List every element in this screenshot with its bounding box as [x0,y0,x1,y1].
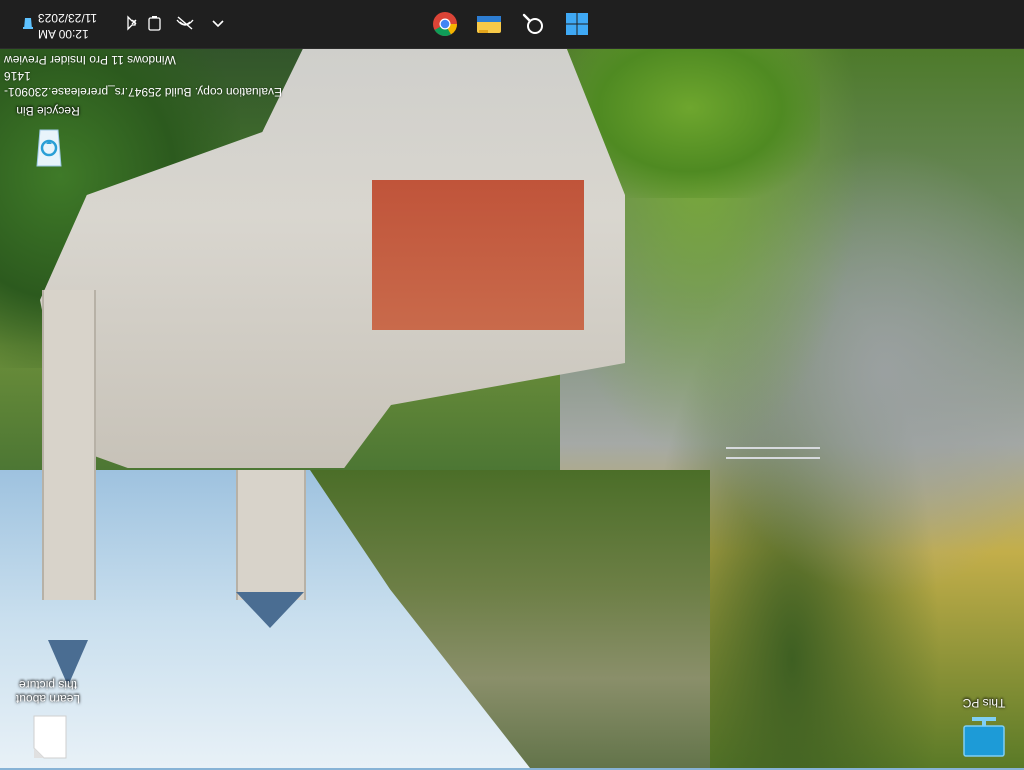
chevron-up-icon[interactable] [207,12,229,34]
recycle-bin-label: Recycle Bin [16,104,80,118]
watermark-line-2: Evaluation copy. Build 25947.rs_prerelea… [4,69,282,99]
taskbar: 12:00 AM 11/23/2023 [0,0,1024,49]
wallpaper-tower-roof [236,592,304,628]
this-pc-icon [962,716,1006,758]
watermark-line-1: Windows 11 Pro Insider Preview [4,53,176,67]
speaker-muted-icon[interactable] [118,12,140,34]
file-explorer-icon[interactable] [474,9,504,39]
network-disconnected-icon[interactable] [174,12,196,34]
recycle-bin-icon [32,126,66,170]
desktop-wallpaper [0,0,1024,768]
learn-about-picture-label: Learn about this picture [15,678,81,706]
this-pc-shortcut[interactable]: This PC [944,690,1024,770]
recycle-bin-shortcut[interactable]: Recycle Bin [8,100,88,180]
start-icon[interactable] [562,9,592,39]
taskbar-clock[interactable]: 12:00 AM 11/23/2023 [38,6,110,42]
evaluation-watermark: Evaluation copy. Build 25947.rs_prerelea… [4,52,304,100]
this-pc-label: This PC [962,696,1006,710]
battery-icon[interactable] [144,12,166,34]
wallpaper-castle-facade [372,180,584,330]
learn-about-picture-icon [32,714,68,760]
chrome-icon[interactable] [430,9,460,39]
search-icon[interactable] [518,9,548,39]
wallpaper-tower [42,290,96,600]
clock-date: 11/23/2023 [38,11,98,25]
wallpaper-tower [236,470,306,600]
learn-about-picture-shortcut[interactable]: Learn about this picture [8,678,88,760]
clock-time: 12:00 AM [38,27,89,41]
wallpaper-bridge [726,447,820,459]
recycle-tray-icon[interactable] [17,12,39,34]
